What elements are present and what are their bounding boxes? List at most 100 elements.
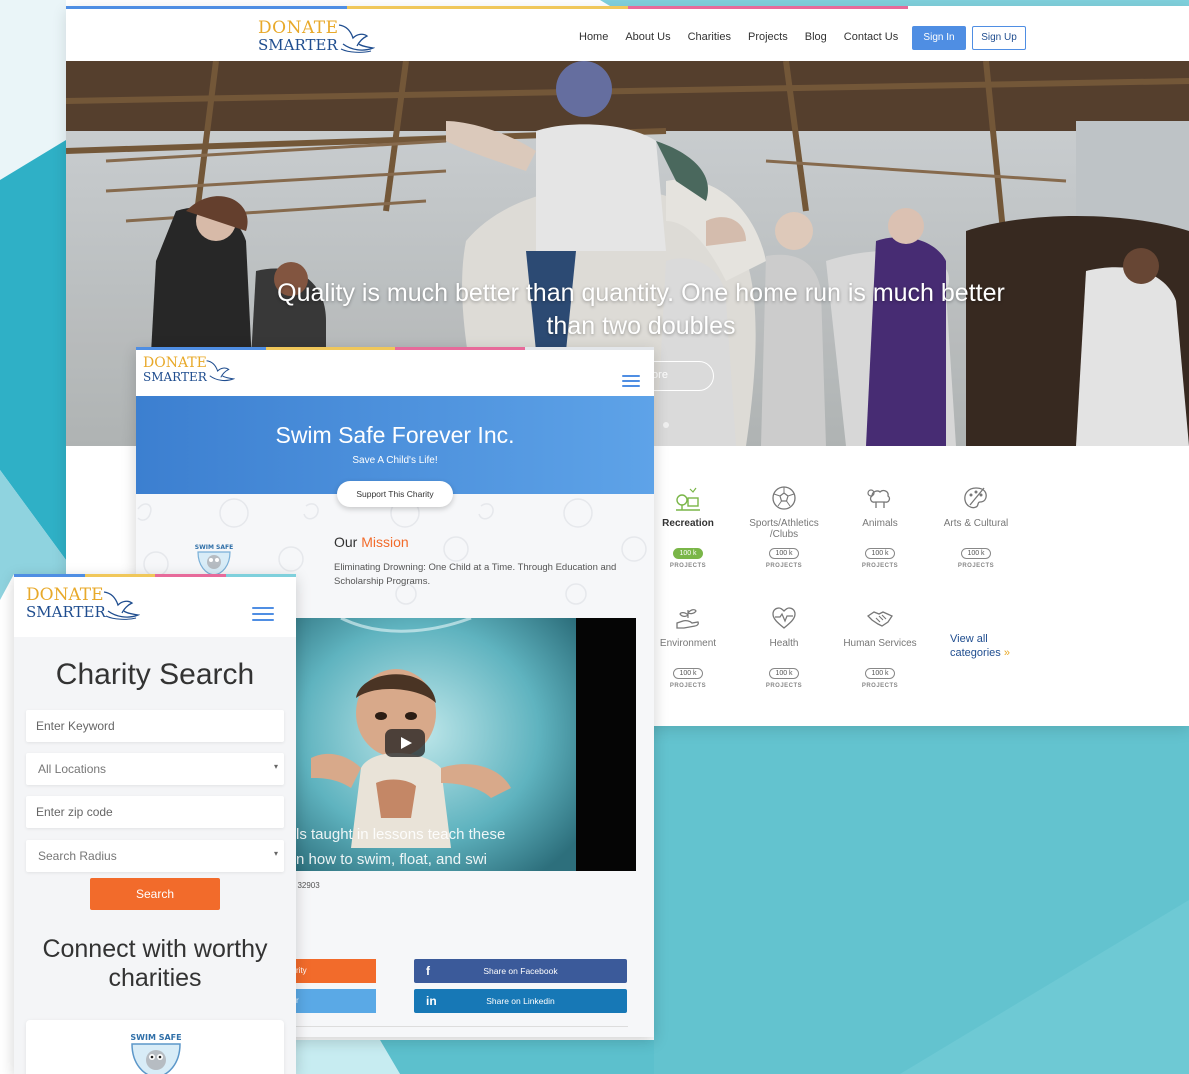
share-linkedin-button[interactable]: in Share on Linkedin: [414, 989, 627, 1013]
share-arrow-icon[interactable]: [627, 626, 636, 871]
location-select-value: All Locations: [38, 762, 107, 776]
nav-about-us[interactable]: About Us: [625, 31, 670, 43]
mobile-search-window: DONATE SMARTER Charity Search All Locati…: [14, 574, 296, 1074]
palette-icon: [964, 487, 987, 509]
category-label: Arts & Cultural: [943, 518, 1009, 529]
share-linkedin-label: Share on Linkedin: [486, 996, 555, 1006]
category-count-badge: 100 k: [769, 548, 799, 559]
svg-text:SWIM SAFE: SWIM SAFE: [195, 544, 233, 551]
chevron-down-icon: ▾: [273, 849, 278, 858]
category-count-badge: 100 k: [769, 668, 799, 679]
keyword-input[interactable]: [26, 710, 284, 742]
category-sub: PROJECTS: [957, 563, 995, 569]
mission-text: Eliminating Drowning: One Child at a Tim…: [334, 562, 617, 587]
support-charity-button[interactable]: Support This Charity: [337, 481, 453, 507]
share-facebook-button[interactable]: f Share on Facebook: [414, 959, 627, 983]
nav-projects[interactable]: Projects: [748, 31, 788, 43]
nav-home[interactable]: Home: [579, 31, 608, 43]
play-button[interactable]: [385, 729, 425, 757]
category-arts[interactable]: Arts & Cultural 100 k PROJECTS: [926, 484, 1026, 569]
category-sports[interactable]: Sports/Athletics /Clubs 100 k PROJECTS: [734, 484, 834, 569]
dove-hand-icon: [206, 360, 235, 382]
view-all-line-1: View all: [950, 633, 988, 645]
zip-field[interactable]: [26, 796, 284, 828]
linkedin-icon: in: [426, 994, 437, 1008]
category-count-badge: 100 k: [865, 548, 895, 559]
sheep-icon: [867, 489, 891, 508]
heart-pulse-icon: [772, 607, 796, 629]
hero-quote: Quality is much better than quantity. On…: [277, 279, 1005, 340]
mobile-header: DONATE SMARTER: [14, 577, 296, 637]
logo-line-2: SMARTER: [143, 370, 207, 384]
category-count-badge: 100 k: [673, 548, 703, 559]
divider: [282, 1026, 628, 1027]
hamburger-menu-icon[interactable]: [252, 607, 274, 621]
hamburger-menu-icon[interactable]: [622, 375, 640, 387]
handshake-icon: [866, 611, 893, 627]
mission-heading-prefix: Our: [334, 534, 358, 550]
facebook-icon: f: [426, 964, 430, 978]
share-facebook-label: Share on Facebook: [483, 966, 558, 976]
video-subtitle-line-2: n how to swim, float, and swi: [296, 851, 487, 868]
charity-header: DONATE SMARTER: [136, 350, 654, 396]
main-nav: Home About Us Charities Projects Blog Co…: [579, 31, 915, 43]
radius-select-value: Search Radius: [38, 849, 117, 863]
svg-text:SWIM SAFE: SWIM SAFE: [130, 1033, 181, 1042]
double-arrow-icon: »: [1003, 647, 1010, 659]
sign-in-button[interactable]: Sign In: [912, 26, 966, 50]
swim-safe-logo: SWIM SAFE: [195, 544, 233, 576]
logo-line-1: DONATE: [258, 18, 339, 38]
nav-blog[interactable]: Blog: [805, 31, 827, 43]
keyword-field[interactable]: [26, 710, 284, 742]
view-all-line-2: categories: [950, 647, 1001, 659]
search-button[interactable]: Search: [90, 878, 220, 910]
nav-charities[interactable]: Charities: [688, 31, 731, 43]
slider-dot[interactable]: [663, 422, 669, 428]
recreation-icon: [676, 487, 700, 511]
logo-line-1: DONATE: [143, 355, 207, 371]
category-label: Animals: [862, 518, 898, 529]
sign-up-button[interactable]: Sign Up: [972, 26, 1026, 50]
video-subtitle-line-1: ls taught in lessons teach these: [296, 826, 506, 843]
category-human-services[interactable]: Human Services 100 k PROJECTS: [830, 604, 930, 689]
category-sub: PROJECTS: [861, 563, 899, 569]
category-sub: PROJECTS: [765, 563, 803, 569]
share-twitter-button[interactable]: r: [282, 989, 376, 1013]
category-count-badge: 100 k: [961, 548, 991, 559]
swim-safe-logo: SWIM SAFE: [130, 1033, 182, 1074]
donate-charity-button[interactable]: rity: [282, 959, 376, 983]
connect-heading: Connect with worthy charities: [42, 935, 268, 992]
charity-card[interactable]: SWIM SAFE: [26, 1020, 284, 1074]
address-fragment: , 32903: [293, 881, 320, 890]
category-animals[interactable]: Animals 100 k PROJECTS: [830, 484, 930, 569]
category-label: Human Services: [843, 638, 917, 649]
nav-contact-us[interactable]: Contact Us: [844, 31, 898, 43]
radius-select[interactable]: Search Radius ▾: [26, 840, 284, 872]
location-select[interactable]: All Locations ▾: [26, 753, 284, 785]
view-all-categories-link[interactable]: View all categories »: [950, 632, 1010, 660]
donate-smarter-logo[interactable]: DONATE SMARTER: [26, 587, 140, 621]
category-sub: PROJECTS: [861, 683, 899, 689]
category-sub: PROJECTS: [765, 683, 803, 689]
category-health[interactable]: Health 100 k PROJECTS: [734, 604, 834, 689]
charity-name: Swim Safe Forever Inc.: [275, 422, 515, 448]
category-label: Health: [769, 638, 799, 649]
dove-hand-icon: [338, 24, 375, 53]
video-player[interactable]: ls taught in lessons teach these n how t…: [291, 618, 636, 871]
charity-search-title: Charity Search: [55, 658, 255, 691]
donate-smarter-logo[interactable]: DONATE SMARTER: [143, 355, 235, 384]
logo-line-2: SMARTER: [258, 36, 338, 54]
mission-heading-highlight: Mission: [361, 534, 409, 550]
chevron-down-icon: ▾: [273, 762, 278, 771]
donate-smarter-logo[interactable]: DONATE SMARTER: [258, 18, 375, 54]
category-count-badge: 100 k: [673, 668, 703, 679]
zip-input[interactable]: [26, 796, 284, 828]
dove-hand-icon: [103, 591, 140, 620]
plant-hand-icon: [676, 609, 699, 629]
charity-banner: Swim Safe Forever Inc. Save A Child's Li…: [136, 396, 654, 494]
logo-line-2: SMARTER: [26, 603, 106, 621]
site-header: DONATE SMARTER Home About Us Charities P…: [66, 9, 1189, 61]
charity-tagline: Save A Child's Life!: [352, 455, 438, 466]
soccer-ball-icon: [772, 486, 796, 510]
category-label: Sports/Athletics /Clubs: [749, 518, 819, 540]
